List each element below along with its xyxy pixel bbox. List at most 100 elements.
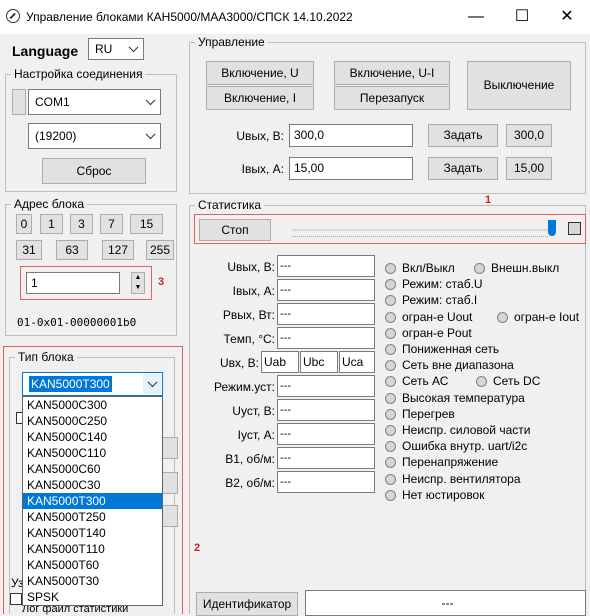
type-option[interactable]: KAN5000C300: [23, 397, 162, 413]
stat-label: Iвых, А:: [232, 284, 275, 298]
port-toggle[interactable]: [12, 89, 26, 115]
language-label: Language: [12, 43, 79, 59]
stat-label: Темп, °С:: [223, 332, 275, 346]
uout-input[interactable]: 300,0: [289, 124, 413, 147]
stat-value: ---: [277, 375, 375, 397]
type-option[interactable]: KAN5000C110: [23, 445, 162, 461]
slider-thumb[interactable]: [548, 220, 556, 236]
status-led: [385, 392, 396, 404]
address-button[interactable]: 0: [16, 214, 32, 234]
status-led: [385, 425, 396, 436]
baud-value: (19200): [35, 129, 77, 143]
stat-label: В1, об/м:: [225, 452, 275, 466]
status-label: огран-е Pout: [402, 325, 472, 340]
stat-value: ---: [277, 279, 375, 301]
window-title: Управление блоками КАН5000/МАА3000/СПСК …: [26, 10, 353, 24]
address-spinner[interactable]: ▲ ▼: [131, 272, 145, 294]
off-button[interactable]: Выключение: [467, 61, 571, 110]
type-option[interactable]: KAN5000C140: [23, 429, 162, 445]
stop-button[interactable]: Стоп: [199, 219, 271, 241]
stat-label: В2, об/м:: [225, 476, 275, 490]
address-button[interactable]: 3: [70, 214, 93, 234]
stat-value: ---: [277, 399, 375, 421]
restart-button[interactable]: Перезапуск: [334, 86, 450, 110]
uvx-label: Uвх, В:: [219, 356, 259, 370]
status-label: Вкл/Выкл: [402, 261, 455, 275]
identifier-button[interactable]: Идентификатор: [196, 592, 298, 616]
maximize-button[interactable]: ☐: [499, 0, 545, 34]
chevron-down-icon: [145, 129, 156, 140]
status-led: [497, 311, 508, 323]
status-label: Режим: стаб.I: [402, 293, 478, 308]
baud-select[interactable]: (19200): [28, 123, 161, 149]
chevron-down-icon: [145, 95, 156, 106]
stats-group-title: Статистика: [195, 198, 265, 212]
uvx-value: Uab: [261, 351, 299, 373]
status-led: [385, 327, 396, 339]
stat-value: ---: [277, 327, 375, 349]
stat-label: Uвых, В:: [227, 260, 275, 274]
type-option[interactable]: KAN5000T60: [23, 557, 162, 573]
minimize-button[interactable]: —: [453, 0, 499, 34]
status-label: Перегрев: [402, 406, 455, 421]
type-option[interactable]: KAN5000C60: [23, 461, 162, 477]
uvx-value: Uca: [339, 351, 375, 373]
language-select[interactable]: RU: [88, 38, 144, 60]
type-option[interactable]: KAN5000T300: [23, 493, 162, 509]
slider-track[interactable]: [292, 229, 548, 231]
address-button[interactable]: 63: [56, 240, 88, 260]
type-group-title: Тип блока: [15, 350, 77, 364]
address-button[interactable]: 31: [16, 240, 42, 260]
status-label: Сеть DC: [493, 374, 541, 389]
status-label: огран-е Uout: [402, 309, 473, 324]
uout-readback: 300,0: [506, 124, 552, 147]
stat-label: Iуст, А:: [237, 428, 275, 442]
on-ui-button[interactable]: Включение, U-I: [334, 61, 450, 85]
log-checkbox[interactable]: [10, 593, 22, 605]
address-button[interactable]: 255: [146, 240, 174, 260]
marker-1: 1: [485, 194, 492, 206]
iout-label: Iвых, А:: [241, 162, 284, 176]
status-led: [385, 473, 396, 485]
marker-3: 3: [158, 276, 165, 288]
type-option[interactable]: KAN5000T110: [23, 541, 162, 557]
type-option[interactable]: KAN5000C30: [23, 477, 162, 493]
type-option[interactable]: KAN5000T250: [23, 509, 162, 525]
on-u-button[interactable]: Включение, U: [206, 61, 314, 85]
type-option[interactable]: SPSK: [23, 589, 162, 605]
status-label: Режим: стаб.U: [402, 277, 483, 292]
slider-checkbox[interactable]: [568, 222, 581, 235]
type-select[interactable]: KAN5000T300: [22, 372, 163, 396]
address-button[interactable]: 1: [40, 214, 63, 234]
identifier-value: ---: [305, 590, 586, 616]
type-option[interactable]: KAN5000T30: [23, 573, 162, 589]
address-button[interactable]: 7: [100, 214, 123, 234]
address-group-title: Адрес блока: [11, 197, 88, 211]
status-label: Ошибка внутр. uart/i2c: [402, 439, 528, 454]
language-value: RU: [95, 42, 113, 56]
uout-set-button[interactable]: Задать: [428, 124, 498, 147]
port-select[interactable]: COM1: [28, 89, 161, 115]
address-input[interactable]: 1: [26, 272, 120, 294]
type-option[interactable]: KAN5000T140: [23, 525, 162, 541]
iout-set-button[interactable]: Задать: [428, 157, 498, 180]
address-button[interactable]: 127: [102, 240, 134, 260]
iout-input[interactable]: 15,00: [289, 157, 413, 180]
uout-label: Uвых, В:: [236, 129, 284, 143]
status-led: [474, 263, 485, 274]
type-option[interactable]: KAN5000C250: [23, 413, 162, 429]
type-value: KAN5000T300: [29, 376, 112, 392]
stat-value: ---: [277, 471, 375, 493]
close-button[interactable]: ✕: [544, 0, 590, 34]
status-label: Сеть АС: [402, 374, 449, 389]
reset-button[interactable]: Сброс: [42, 158, 146, 184]
stat-label: Режим.уст:: [213, 380, 275, 394]
status-led: [385, 344, 396, 355]
connection-group-title: Настройка соединения: [11, 67, 146, 81]
address-button[interactable]: 15: [130, 214, 163, 234]
status-label: Неиспр. силовой части: [402, 423, 531, 437]
title-bar: Управление блоками КАН5000/МАА3000/СПСК …: [0, 0, 590, 34]
stat-value: ---: [277, 447, 375, 469]
app-icon: [6, 9, 20, 23]
on-i-button[interactable]: Включение, I: [206, 86, 314, 110]
